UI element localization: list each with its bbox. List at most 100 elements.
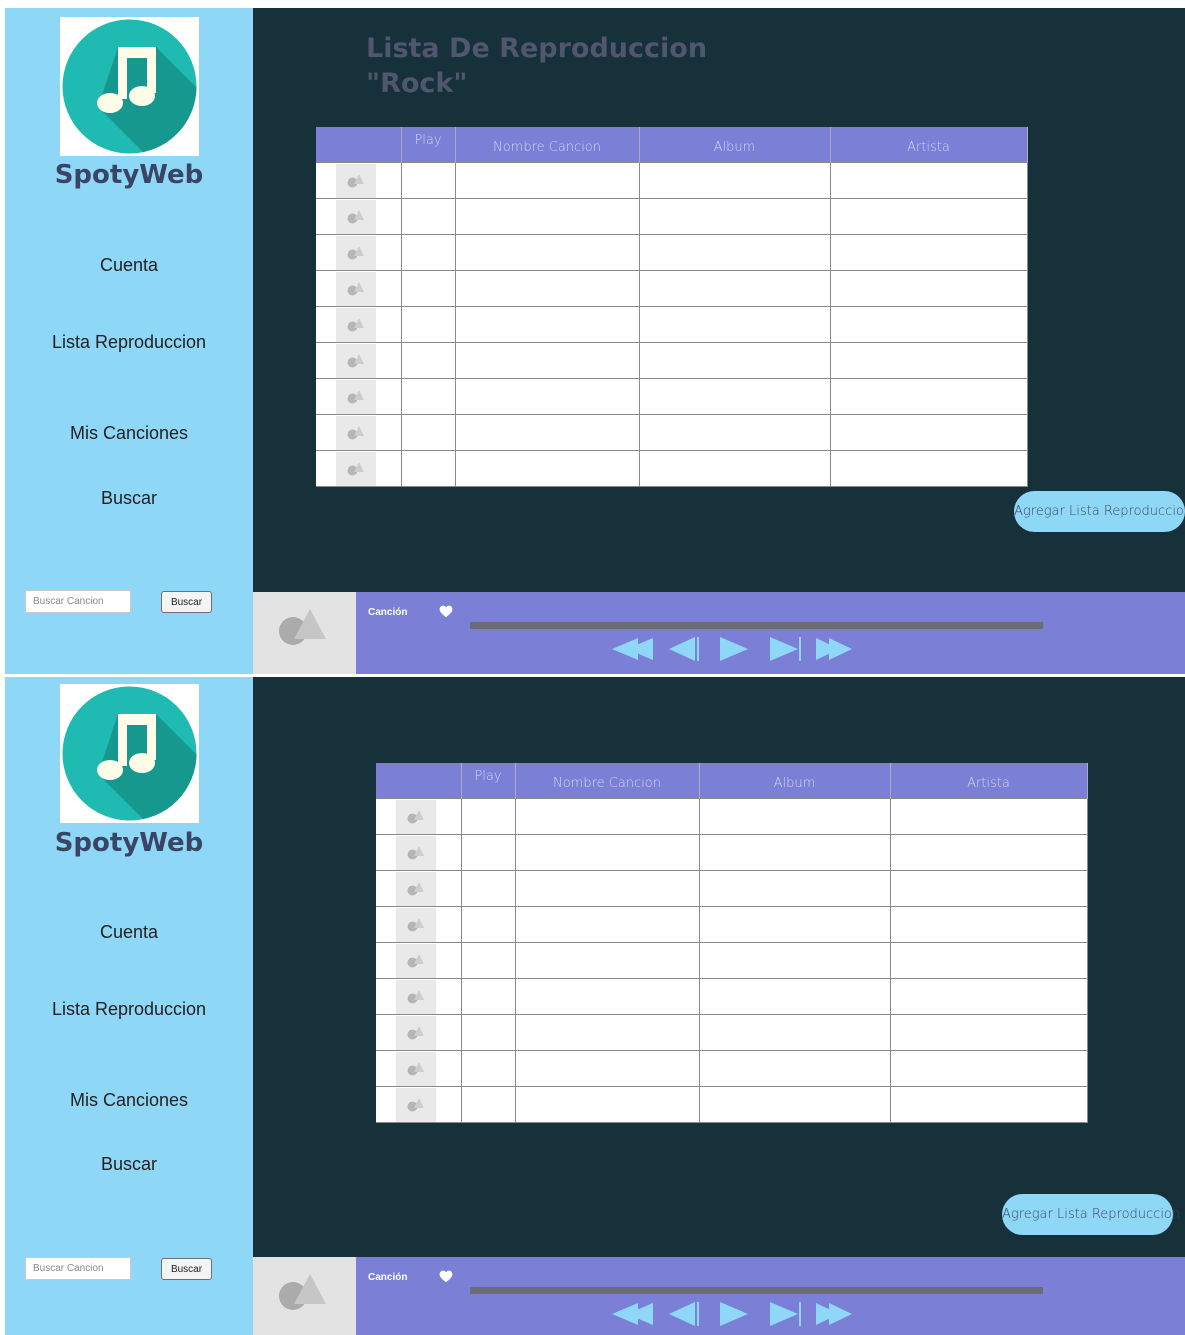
album-placeholder-button[interactable] xyxy=(396,1087,436,1122)
fast-forward-icon[interactable] xyxy=(815,636,855,662)
previous-icon[interactable] xyxy=(668,1301,700,1327)
table-row[interactable] xyxy=(316,233,1028,271)
progress-bar[interactable] xyxy=(470,622,1043,629)
search-button[interactable]: Buscar xyxy=(161,1258,212,1280)
table-row[interactable] xyxy=(376,1049,1088,1087)
album-placeholder-icon xyxy=(347,209,364,223)
album-placeholder-button[interactable] xyxy=(336,343,376,378)
nav-buscar[interactable]: Buscar xyxy=(5,1154,253,1175)
album-placeholder-button[interactable] xyxy=(336,451,376,486)
column-header-play: Play xyxy=(401,127,456,162)
artista-cell xyxy=(829,305,1028,343)
play-cell[interactable] xyxy=(400,269,456,307)
table-row[interactable] xyxy=(376,905,1088,943)
play-cell[interactable] xyxy=(460,1013,516,1051)
app-window-1: SpotyWeb Cuenta Lista Reproduccion Mis C… xyxy=(5,8,1185,674)
album-placeholder-button[interactable] xyxy=(336,379,376,414)
table-row[interactable] xyxy=(316,449,1028,487)
album-placeholder-button[interactable] xyxy=(336,199,376,234)
table-row[interactable] xyxy=(316,269,1028,307)
nav-buscar[interactable]: Buscar xyxy=(5,488,253,509)
heart-icon[interactable] xyxy=(439,605,453,619)
nav-lista-reproduccion[interactable]: Lista Reproduccion xyxy=(5,999,253,1020)
play-cell[interactable] xyxy=(400,377,456,415)
album-placeholder-icon xyxy=(407,953,424,967)
table-row[interactable] xyxy=(376,941,1088,979)
nav-cuenta[interactable]: Cuenta xyxy=(5,922,253,943)
play-icon[interactable] xyxy=(719,636,749,662)
rewind-icon[interactable] xyxy=(611,636,655,662)
table-row[interactable] xyxy=(316,197,1028,235)
album-placeholder-icon xyxy=(279,1274,326,1310)
album-placeholder-button[interactable] xyxy=(396,1051,436,1086)
cover-cell xyxy=(316,161,402,199)
play-cell[interactable] xyxy=(400,233,456,271)
play-cell[interactable] xyxy=(460,869,516,907)
table-row[interactable] xyxy=(376,869,1088,907)
play-cell[interactable] xyxy=(400,341,456,379)
add-playlist-button[interactable]: Agregar Lista Reproduccion xyxy=(1014,491,1185,532)
nav-mis-canciones[interactable]: Mis Canciones xyxy=(5,1090,253,1111)
album-placeholder-button[interactable] xyxy=(396,1015,436,1050)
table-row[interactable] xyxy=(376,833,1088,871)
table-row[interactable] xyxy=(376,1013,1088,1051)
play-cell[interactable] xyxy=(400,197,456,235)
play-cell[interactable] xyxy=(400,305,456,343)
previous-icon[interactable] xyxy=(668,636,700,662)
album-placeholder-button[interactable] xyxy=(396,871,436,906)
album-cell xyxy=(698,905,891,943)
album-placeholder-button[interactable] xyxy=(336,271,376,306)
table-row[interactable] xyxy=(316,341,1028,379)
table-row[interactable] xyxy=(376,797,1088,835)
album-placeholder-button[interactable] xyxy=(396,907,436,942)
progress-bar[interactable] xyxy=(470,1287,1043,1294)
play-cell[interactable] xyxy=(460,941,516,979)
table-row[interactable] xyxy=(316,413,1028,451)
album-placeholder-button[interactable] xyxy=(336,235,376,270)
heart-icon[interactable] xyxy=(439,1270,453,1284)
play-cell[interactable] xyxy=(460,977,516,1015)
nav-lista-reproduccion[interactable]: Lista Reproduccion xyxy=(5,332,253,353)
next-icon[interactable] xyxy=(769,1301,801,1327)
app-logo xyxy=(60,17,199,156)
column-header-artista: Artista xyxy=(890,763,1088,798)
search-input[interactable] xyxy=(25,590,131,613)
table-row[interactable] xyxy=(376,977,1088,1015)
table-row[interactable] xyxy=(316,377,1028,415)
add-playlist-button[interactable]: Agregar Lista Reproduccion xyxy=(1002,1194,1180,1235)
cover-cell xyxy=(376,941,462,979)
nombre-cancion-cell xyxy=(514,977,700,1015)
table-row[interactable] xyxy=(316,161,1028,199)
play-cell[interactable] xyxy=(460,833,516,871)
album-placeholder-button[interactable] xyxy=(336,415,376,450)
table-row[interactable] xyxy=(316,305,1028,343)
rewind-icon[interactable] xyxy=(611,1301,655,1327)
play-cell[interactable] xyxy=(400,161,456,199)
artista-cell xyxy=(889,797,1088,835)
album-placeholder-button[interactable] xyxy=(336,307,376,342)
nav-mis-canciones[interactable]: Mis Canciones xyxy=(5,423,253,444)
album-placeholder-button[interactable] xyxy=(396,835,436,870)
album-placeholder-button[interactable] xyxy=(336,163,376,198)
play-cell[interactable] xyxy=(460,905,516,943)
play-cell[interactable] xyxy=(460,1049,516,1087)
album-placeholder-icon xyxy=(347,353,364,367)
play-cell[interactable] xyxy=(460,1085,516,1123)
play-icon[interactable] xyxy=(719,1301,749,1327)
search-input[interactable] xyxy=(25,1257,131,1280)
album-placeholder-button[interactable] xyxy=(396,979,436,1014)
artista-cell xyxy=(829,413,1028,451)
fast-forward-icon[interactable] xyxy=(815,1301,855,1327)
play-cell[interactable] xyxy=(400,413,456,451)
nav-cuenta[interactable]: Cuenta xyxy=(5,255,253,276)
play-cell[interactable] xyxy=(400,449,456,487)
sidebar: SpotyWeb Cuenta Lista Reproduccion Mis C… xyxy=(5,677,253,1335)
album-placeholder-button[interactable] xyxy=(396,799,436,834)
next-icon[interactable] xyxy=(769,636,801,662)
cover-cell xyxy=(316,341,402,379)
album-cell xyxy=(638,197,831,235)
album-placeholder-button[interactable] xyxy=(396,943,436,978)
search-button[interactable]: Buscar xyxy=(161,591,212,613)
play-cell[interactable] xyxy=(460,797,516,835)
table-row[interactable] xyxy=(376,1085,1088,1123)
